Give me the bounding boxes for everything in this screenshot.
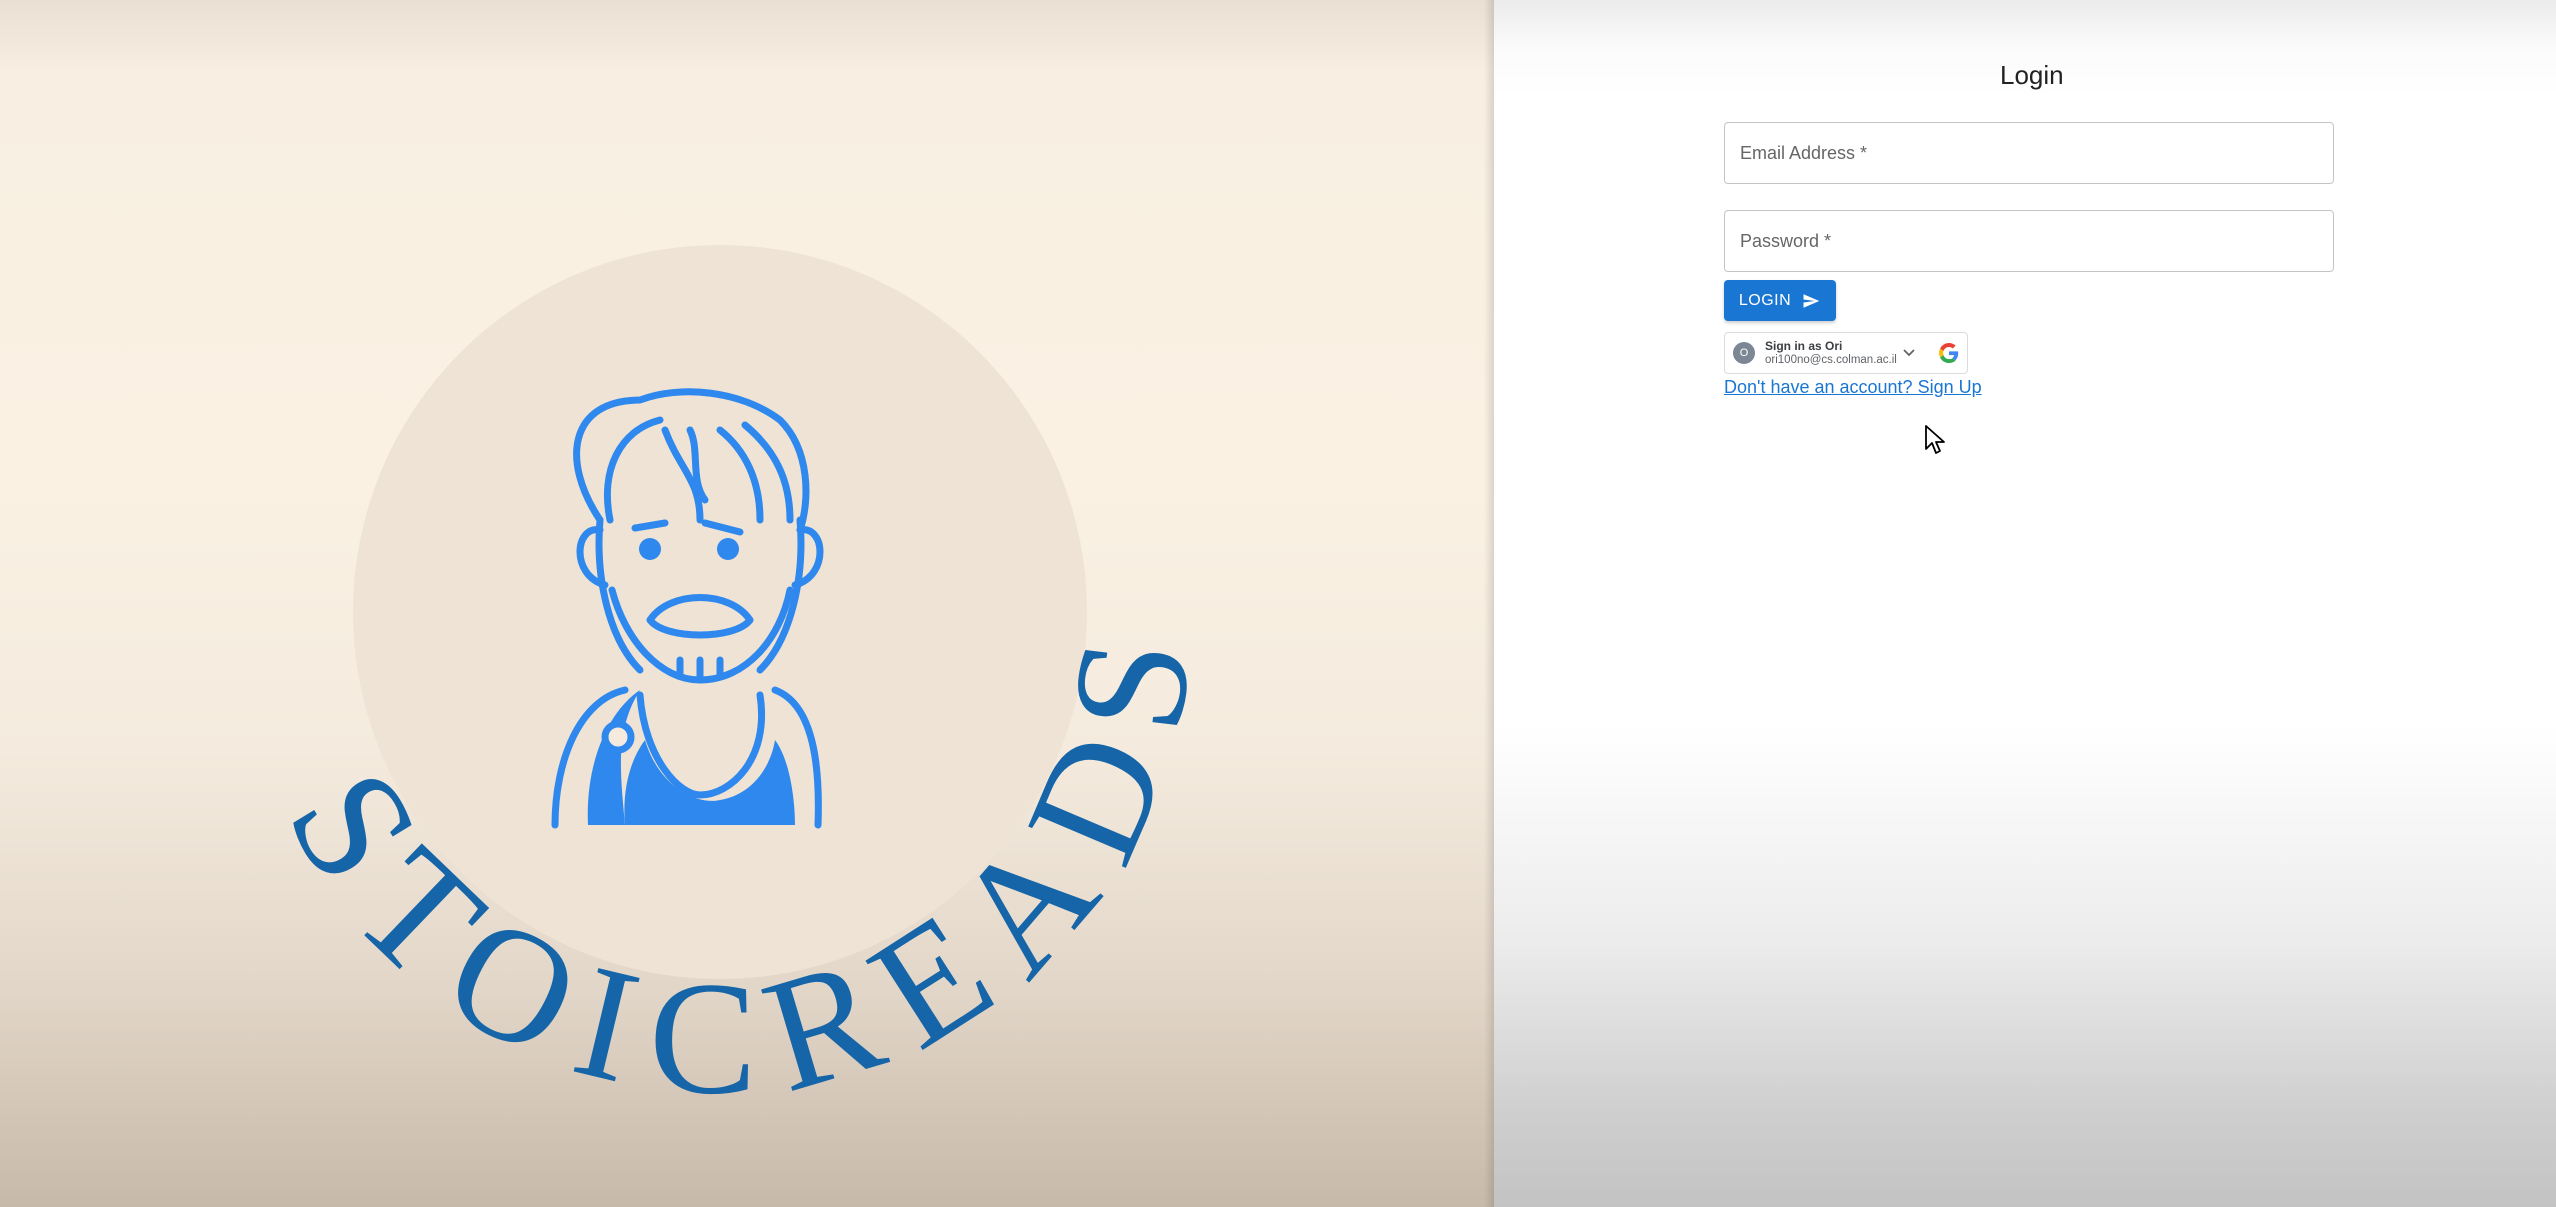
brand-panel: STOICREADS: [0, 0, 1494, 1207]
send-icon: [1803, 293, 1820, 308]
mouse-pointer-icon: [1925, 425, 1945, 454]
avatar: O: [1733, 342, 1755, 364]
chevron-down-icon[interactable]: [1903, 346, 1915, 360]
page-title: Login: [2000, 60, 2064, 90]
login-button-label: LOGIN: [1738, 291, 1792, 309]
google-sign-in-button[interactable]: O Sign in as Ori ori100no@cs.colman.ac.i…: [1724, 332, 1968, 374]
email-input[interactable]: [1740, 142, 2318, 164]
google-logo-icon: [1939, 343, 1959, 363]
google-sign-in-label: Sign in as Ori: [1765, 339, 1843, 353]
login-button[interactable]: LOGIN: [1724, 280, 1836, 321]
google-account-email: ori100no@cs.colman.ac.il: [1765, 354, 1897, 366]
sign-up-link[interactable]: Don't have an account? Sign Up: [1724, 377, 1982, 398]
password-field[interactable]: [1724, 210, 2334, 272]
stoicreads-logo: STOICREADS: [253, 245, 1201, 1129]
email-field[interactable]: [1724, 122, 2334, 184]
password-input[interactable]: [1740, 230, 2318, 252]
